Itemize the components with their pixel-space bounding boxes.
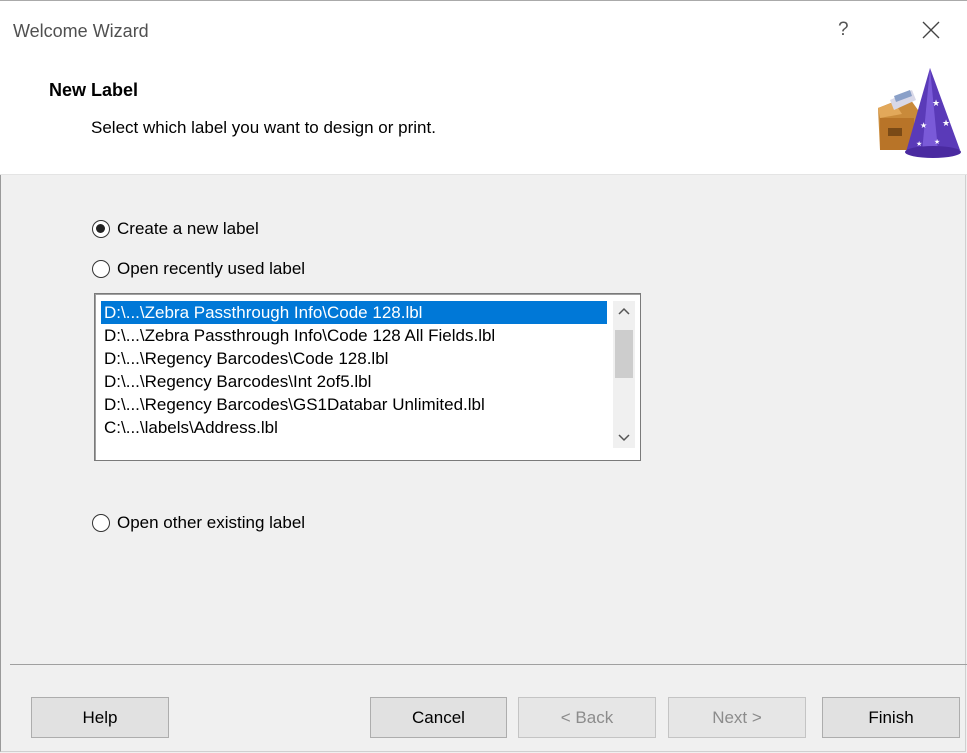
wizard-header: New Label Select which label you want to… bbox=[0, 66, 967, 175]
next-button[interactable]: Next > bbox=[668, 697, 806, 738]
radio-open-other[interactable]: Open other existing label bbox=[92, 513, 305, 533]
close-icon[interactable] bbox=[918, 17, 944, 43]
recent-files-list[interactable]: D:\...\Zebra Passthrough Info\Code 128.l… bbox=[94, 293, 641, 461]
radio-open-recent-label: Open recently used label bbox=[117, 259, 306, 278]
list-item[interactable]: D:\...\Regency Barcodes\Int 2of5.lbl bbox=[101, 370, 607, 393]
radio-open-recent[interactable]: Open recently used label bbox=[92, 259, 305, 279]
list-item[interactable]: D:\...\Zebra Passthrough Info\Code 128 A… bbox=[101, 324, 607, 347]
radio-button-checked[interactable] bbox=[92, 220, 110, 238]
svg-text:★: ★ bbox=[932, 98, 940, 108]
scroll-up-icon[interactable] bbox=[613, 301, 635, 321]
window-title: Welcome Wizard bbox=[13, 21, 149, 41]
finish-button[interactable]: Finish bbox=[822, 697, 960, 738]
vertical-scrollbar[interactable] bbox=[613, 301, 635, 448]
radio-create-new-label: Create a new label bbox=[117, 219, 259, 238]
back-button[interactable]: < Back bbox=[518, 697, 656, 738]
svg-text:★: ★ bbox=[942, 118, 950, 128]
footer-separator bbox=[10, 664, 967, 665]
svg-text:★: ★ bbox=[934, 138, 940, 146]
scrollbar-thumb[interactable] bbox=[615, 330, 633, 378]
radio-button[interactable] bbox=[92, 260, 110, 278]
list-item[interactable]: D:\...\Regency Barcodes\Code 128.lbl bbox=[101, 347, 607, 370]
wizard-hat-icon: ★ ★ ★ ★ ★ bbox=[878, 68, 961, 158]
radio-open-other-label: Open other existing label bbox=[117, 513, 306, 532]
page-subtitle: Select which label you want to design or… bbox=[91, 118, 436, 137]
cancel-button[interactable]: Cancel bbox=[370, 697, 507, 738]
scroll-down-icon[interactable] bbox=[613, 428, 635, 448]
help-button[interactable]: Help bbox=[31, 697, 169, 738]
radio-create-new[interactable]: Create a new label bbox=[92, 219, 259, 239]
svg-text:★: ★ bbox=[920, 121, 927, 130]
list-item[interactable]: C:\...\labels\Address.lbl bbox=[101, 416, 607, 439]
page-title: New Label bbox=[49, 80, 139, 100]
list-item[interactable]: D:\...\Zebra Passthrough Info\Code 128.l… bbox=[101, 301, 607, 324]
title-bar: Welcome Wizard ? bbox=[0, 0, 967, 66]
radio-button[interactable] bbox=[92, 514, 110, 532]
list-item[interactable]: D:\...\Regency Barcodes\GS1Databar Unlim… bbox=[101, 393, 607, 416]
svg-text:★: ★ bbox=[916, 140, 922, 148]
help-icon[interactable]: ? bbox=[838, 19, 849, 41]
